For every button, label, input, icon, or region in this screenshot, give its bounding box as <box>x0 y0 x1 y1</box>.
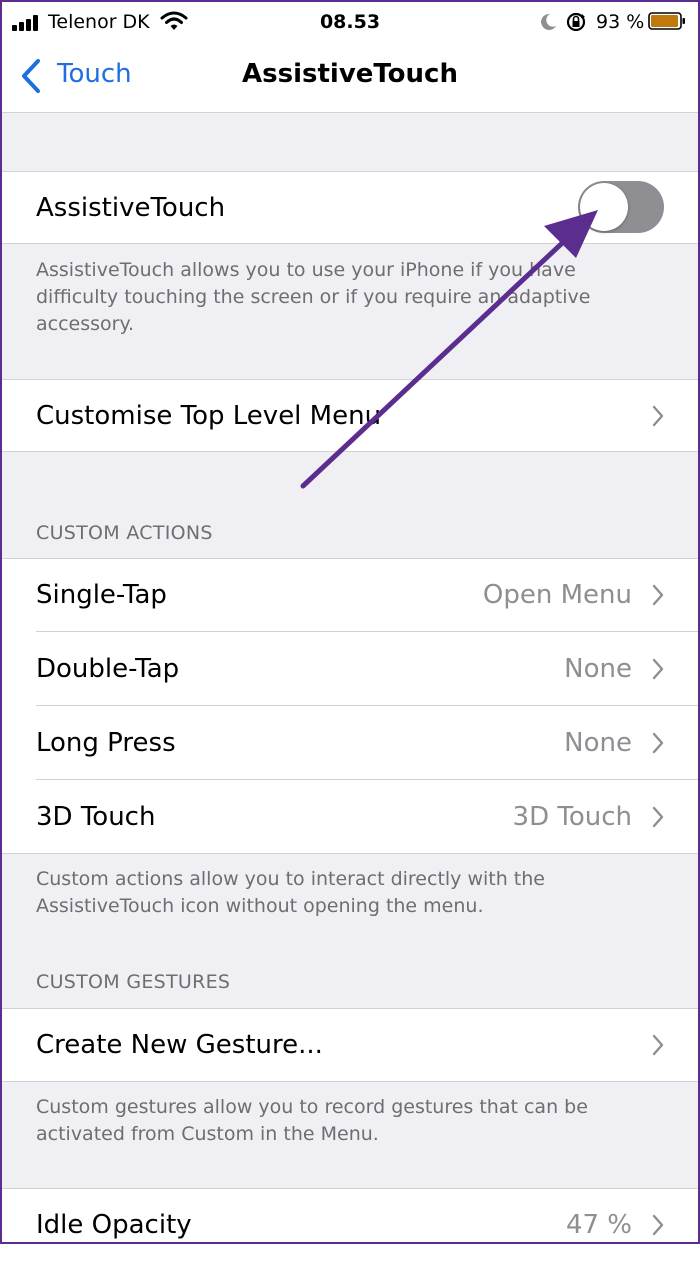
row-label: 3D Touch <box>36 802 156 832</box>
navigation-bar: Touch AssistiveTouch <box>0 44 700 113</box>
battery-percent: 93 % <box>596 11 645 33</box>
list-item-long-press[interactable]: Long Press None <box>0 706 700 780</box>
customise-menu-row[interactable]: Customise Top Level Menu <box>0 379 700 452</box>
assistivetouch-label: AssistiveTouch <box>36 192 226 223</box>
moon-icon <box>541 13 556 30</box>
chevron-right-icon <box>652 658 664 680</box>
clock: 08.53 <box>319 11 381 33</box>
row-label: Double-Tap <box>36 654 180 684</box>
chevron-right-icon <box>652 732 664 754</box>
list-item-single-tap[interactable]: Single-Tap Open Menu <box>0 558 700 632</box>
row-value: 3D Touch <box>512 802 632 832</box>
customise-menu-label: Customise Top Level Menu <box>36 400 382 431</box>
toggle-knob <box>580 183 628 231</box>
idle-opacity-value: 47 % <box>565 1210 632 1240</box>
assistivetouch-row: AssistiveTouch <box>0 171 700 244</box>
idle-opacity-label: Idle Opacity <box>36 1210 192 1240</box>
row-label: Single-Tap <box>36 580 167 610</box>
rotation-lock-icon <box>566 12 586 32</box>
assistivetouch-toggle[interactable] <box>578 181 664 233</box>
list-item-double-tap[interactable]: Double-Tap None <box>0 632 700 706</box>
row-value: None <box>564 728 632 758</box>
chevron-right-icon <box>652 1034 664 1056</box>
row-label: Long Press <box>36 728 176 758</box>
create-new-gesture-row[interactable]: Create New Gesture... <box>0 1008 700 1082</box>
list-item-3d-touch[interactable]: 3D Touch 3D Touch <box>0 780 700 854</box>
row-value: Open Menu <box>482 580 632 610</box>
row-value: None <box>564 654 632 684</box>
page-title: AssistiveTouch <box>242 59 458 89</box>
status-bar: Telenor DK 08.53 93 % <box>0 0 700 44</box>
idle-opacity-row[interactable]: Idle Opacity 47 % <box>0 1188 700 1262</box>
assistivetouch-description: AssistiveTouch allows you to use your iP… <box>36 259 591 335</box>
chevron-right-icon <box>652 584 664 606</box>
chevron-right-icon <box>652 405 664 426</box>
custom-actions-description: Custom actions allow you to interact dir… <box>36 868 545 917</box>
chevron-right-icon <box>652 806 664 828</box>
create-new-gesture-label: Create New Gesture... <box>36 1030 323 1060</box>
custom-gestures-description: Custom gestures allow you to record gest… <box>36 1096 588 1145</box>
custom-gestures-header: CUSTOM GESTURES <box>36 971 231 993</box>
chevron-right-icon <box>652 1214 664 1236</box>
battery-icon <box>648 12 685 30</box>
custom-actions-header: CUSTOM ACTIONS <box>36 522 213 544</box>
